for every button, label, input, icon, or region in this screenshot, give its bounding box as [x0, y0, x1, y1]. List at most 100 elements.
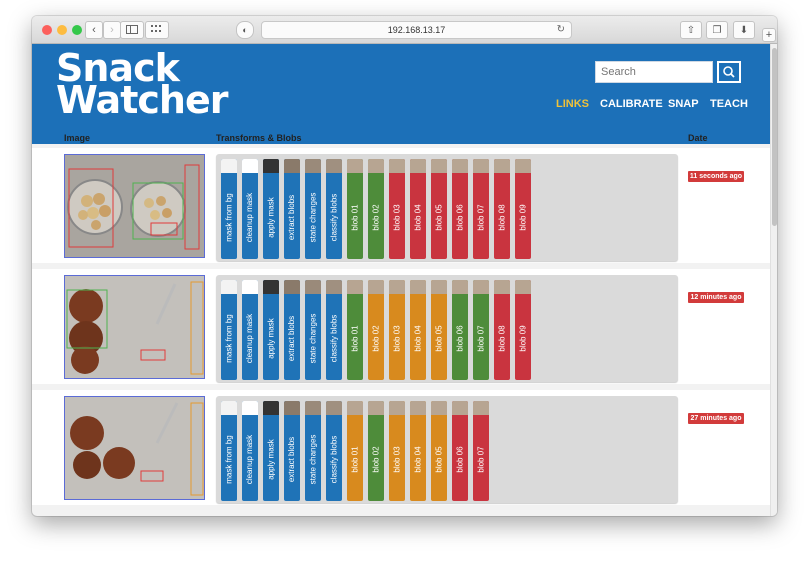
blob-tile[interactable]: blob 01 — [347, 280, 363, 380]
transform-tile[interactable]: mask from bg — [221, 159, 237, 259]
privacy-report-button[interactable]: ◐ — [236, 21, 254, 39]
transform-tile[interactable]: cleanup mask — [242, 159, 258, 259]
transform-tile[interactable]: extract blobs — [284, 159, 300, 259]
transform-tile[interactable]: state changes — [305, 401, 321, 501]
minimize-window-button[interactable] — [57, 25, 67, 35]
nav-links[interactable]: LINKS — [556, 98, 589, 110]
downloads-button[interactable]: ⬇ — [733, 21, 755, 39]
column-header-date: Date — [688, 133, 708, 143]
blob-tile[interactable]: blob 02 — [368, 401, 384, 501]
transform-label: state changes — [308, 192, 318, 242]
blob-tile[interactable]: blob 06 — [452, 280, 468, 380]
blob-label-box: blob 05 — [433, 419, 445, 499]
top-sites-button[interactable] — [145, 21, 169, 39]
plus-icon: + — [765, 29, 773, 41]
blob-tile[interactable]: blob 01 — [347, 401, 363, 501]
blob-thumbnail — [515, 159, 531, 173]
blob-tile[interactable]: blob 05 — [431, 280, 447, 380]
snapshot-image[interactable] — [64, 275, 205, 379]
blob-label: blob 05 — [434, 203, 444, 231]
new-tab-button[interactable]: + — [762, 28, 776, 42]
blob-thumbnail — [431, 159, 447, 173]
reload-icon[interactable]: ↻ — [557, 22, 565, 38]
blob-label-box: blob 01 — [349, 298, 361, 378]
transform-tile[interactable]: classify blobs — [326, 401, 342, 501]
nav-teach[interactable]: TEACH — [710, 98, 748, 110]
transform-tile[interactable]: state changes — [305, 280, 321, 380]
search-button[interactable] — [717, 61, 741, 83]
search-input[interactable] — [595, 61, 713, 83]
blob-tile[interactable]: blob 08 — [494, 159, 510, 259]
blob-label: blob 06 — [455, 203, 465, 231]
blob-tile[interactable]: blob 07 — [473, 159, 489, 259]
transform-label: state changes — [308, 313, 318, 363]
transform-tile[interactable]: classify blobs — [326, 280, 342, 380]
transform-label-box: mask from bg — [223, 419, 235, 499]
blob-tile[interactable]: blob 05 — [431, 159, 447, 259]
blob-label: blob 03 — [392, 324, 402, 352]
snapshot-row-3: mask from bg cleanup mask apply mask extrac… — [32, 390, 770, 505]
transform-tile[interactable]: cleanup mask — [242, 280, 258, 380]
transform-tile[interactable]: mask from bg — [221, 401, 237, 501]
tabs-overview-button[interactable]: ❐ — [706, 21, 728, 39]
close-window-button[interactable] — [42, 25, 52, 35]
blob-thumbnail — [452, 280, 468, 294]
blob-tile[interactable]: blob 02 — [368, 280, 384, 380]
transform-label-box: extract blobs — [286, 298, 298, 378]
logo[interactable]: Snack Watcher — [56, 49, 228, 119]
blob-tile[interactable]: blob 04 — [410, 280, 426, 380]
blob-tile[interactable]: blob 05 — [431, 401, 447, 501]
snapshot-image[interactable] — [64, 396, 205, 500]
blob-thumbnail — [494, 159, 510, 173]
scrollbar[interactable] — [770, 44, 777, 516]
blob-tile[interactable]: blob 09 — [515, 159, 531, 259]
blob-tile[interactable]: blob 04 — [410, 159, 426, 259]
nav-calibrate[interactable]: CALIBRATE — [600, 98, 663, 110]
transform-label: mask from bg — [224, 192, 234, 242]
blob-label-box: blob 09 — [517, 177, 529, 257]
sidebar-button[interactable] — [120, 21, 144, 39]
transform-tile[interactable]: cleanup mask — [242, 401, 258, 501]
transform-thumbnail — [242, 280, 258, 294]
blob-tile[interactable]: blob 02 — [368, 159, 384, 259]
transform-label: extract blobs — [287, 436, 297, 482]
blob-tile[interactable]: blob 04 — [410, 401, 426, 501]
transform-tile[interactable]: state changes — [305, 159, 321, 259]
blob-label-box: blob 09 — [517, 298, 529, 378]
blob-tile[interactable]: blob 03 — [389, 401, 405, 501]
zoom-window-button[interactable] — [72, 25, 82, 35]
blob-tile[interactable]: blob 03 — [389, 280, 405, 380]
transform-tile[interactable]: classify blobs — [326, 159, 342, 259]
nav-snap[interactable]: SNAP — [668, 98, 699, 110]
transform-tile[interactable]: apply mask — [263, 401, 279, 501]
blob-tile[interactable]: blob 06 — [452, 401, 468, 501]
forward-button[interactable]: › — [103, 21, 121, 39]
blob-tile[interactable]: blob 01 — [347, 159, 363, 259]
scrollbar-thumb[interactable] — [772, 48, 777, 226]
back-button[interactable]: ‹ — [85, 21, 103, 39]
transform-tile[interactable]: apply mask — [263, 280, 279, 380]
share-button[interactable]: ⇧ — [680, 21, 702, 39]
browser-window: ‹ › ◐ 192.168.13.17 ↻ ⇧ ❐ ⬇ + Snack Watc… — [32, 16, 777, 516]
blob-label: blob 03 — [392, 445, 402, 473]
blob-label-box: blob 07 — [475, 298, 487, 378]
blob-tile[interactable]: blob 08 — [494, 280, 510, 380]
transform-tile[interactable]: apply mask — [263, 159, 279, 259]
transform-thumbnail — [284, 401, 300, 415]
blob-thumbnail — [389, 280, 405, 294]
blob-tile[interactable]: blob 06 — [452, 159, 468, 259]
address-bar[interactable]: 192.168.13.17 ↻ — [261, 21, 572, 39]
blob-tile[interactable]: blob 09 — [515, 280, 531, 380]
blob-tile[interactable]: blob 07 — [473, 280, 489, 380]
transform-label-box: cleanup mask — [244, 419, 256, 499]
blob-label-box: blob 06 — [454, 419, 466, 499]
blob-tile[interactable]: blob 03 — [389, 159, 405, 259]
blob-thumbnail — [452, 159, 468, 173]
transform-tile[interactable]: extract blobs — [284, 280, 300, 380]
transform-tile[interactable]: mask from bg — [221, 280, 237, 380]
transform-thumbnail — [284, 159, 300, 173]
blob-label: blob 01 — [350, 324, 360, 352]
transform-tile[interactable]: extract blobs — [284, 401, 300, 501]
snapshot-image[interactable] — [64, 154, 205, 258]
blob-tile[interactable]: blob 07 — [473, 401, 489, 501]
